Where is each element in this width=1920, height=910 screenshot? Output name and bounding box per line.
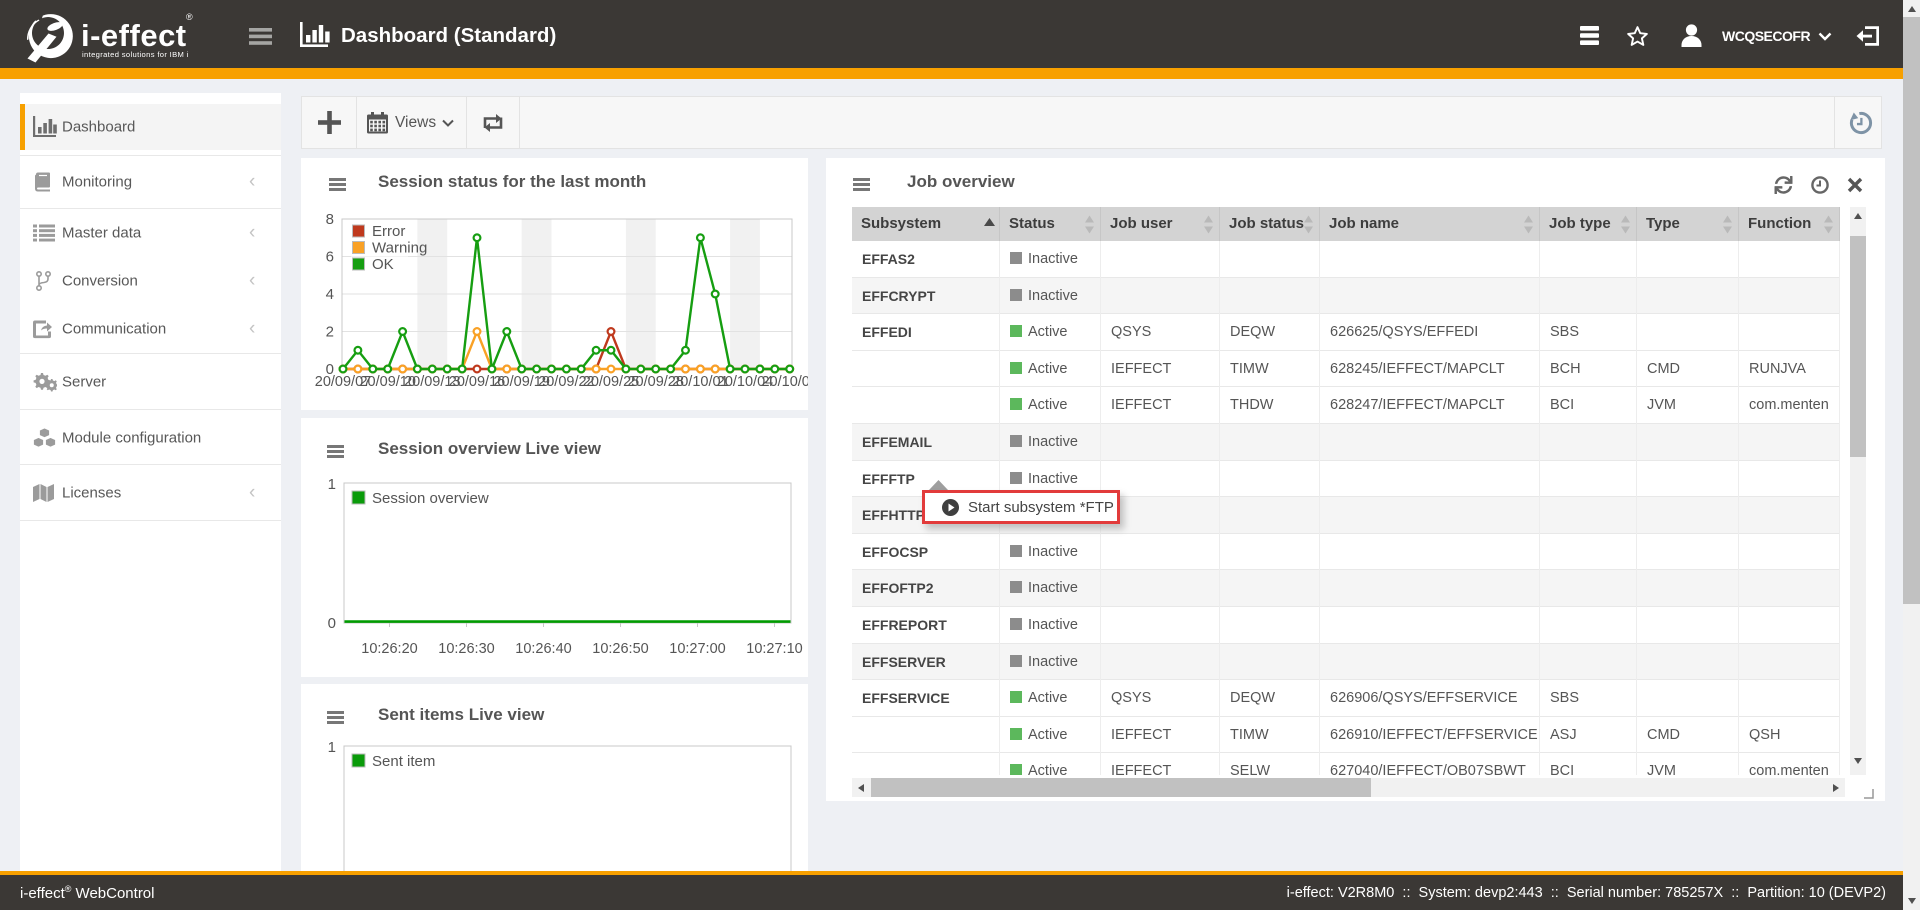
- svg-text:10:27:10: 10:27:10: [746, 641, 802, 657]
- svg-text:10:26:30: 10:26:30: [438, 641, 494, 657]
- svg-text:10:26:50: 10:26:50: [592, 641, 648, 657]
- svg-text:6: 6: [326, 249, 334, 266]
- svg-text:i-effect: i-effect: [81, 18, 187, 53]
- svg-text:®: ®: [186, 12, 193, 22]
- svg-text:1: 1: [328, 476, 336, 493]
- svg-text:4: 4: [326, 286, 334, 303]
- svg-text:1: 1: [328, 739, 336, 756]
- svg-text:20/10/07: 20/10/07: [761, 374, 808, 390]
- svg-text:10:27:00: 10:27:00: [669, 641, 725, 657]
- svg-text:10:26:20: 10:26:20: [361, 641, 417, 657]
- svg-text:0: 0: [328, 615, 336, 632]
- svg-text:Sent item: Sent item: [372, 753, 435, 770]
- svg-text:Session overview: Session overview: [372, 490, 489, 507]
- svg-text:Warning: Warning: [372, 240, 427, 257]
- svg-text:8: 8: [326, 211, 334, 228]
- svg-text:Error: Error: [372, 223, 405, 240]
- svg-text:OK: OK: [372, 256, 394, 273]
- svg-text:2: 2: [326, 324, 334, 341]
- svg-text:integrated solutions for IBM i: integrated solutions for IBM i: [82, 50, 189, 59]
- svg-text:10:26:40: 10:26:40: [515, 641, 571, 657]
